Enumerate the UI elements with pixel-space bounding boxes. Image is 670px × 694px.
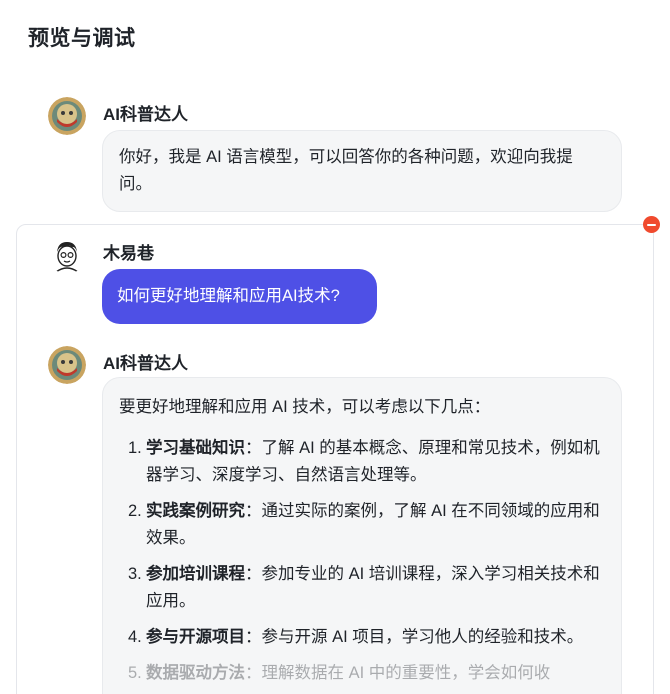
list-item: 1. 学习基础知识：了解 AI 的基本概念、原理和常见技术，例如机器学习、深度学… <box>128 439 600 484</box>
user-avatar-icon <box>48 236 86 274</box>
list-item: 2. 实践案例研究：通过实际的案例，了解 AI 在不同领域的应用和效果。 <box>128 502 600 547</box>
sender-name: AI科普达人 <box>103 105 188 124</box>
page-title: 预览与调试 <box>28 27 136 50</box>
user-message-bubble: 如何更好地理解和应用AI技术? <box>102 269 377 324</box>
answer-intro: 要更好地理解和应用 AI 技术，可以考虑以下几点： <box>119 398 491 416</box>
list-item: 4. 参与开源项目：参与开源 AI 项目，学习他人的经验和技术。 <box>128 628 584 646</box>
list-item: 3. 参加培训课程：参加专业的 AI 培训课程，深入学习相关技术和应用。 <box>128 565 600 610</box>
point-title: 学习基础知识 <box>146 439 245 457</box>
sender-name: 木易巷 <box>103 244 154 263</box>
bot-message-bubble: 要更好地理解和应用 AI 技术，可以考虑以下几点： 1. 学习基础知识：了解 A… <box>102 377 622 694</box>
point-title: 实践案例研究 <box>146 502 245 520</box>
answer-list: 1. 学习基础知识：了解 AI 的基本概念、原理和常见技术，例如机器学习、深度学… <box>119 435 605 687</box>
list-item: 5. 数据驱动方法：理解数据在 AI 中的重要性，学会如何收 <box>128 664 551 682</box>
point-text: ：参与开源 AI 项目，学习他人的经验和技术。 <box>245 628 584 646</box>
bot-avatar-icon <box>48 97 86 135</box>
bot-message-bubble: 你好，我是 AI 语言模型，可以回答你的各种问题，欢迎向我提问。 <box>102 130 622 212</box>
bot-avatar-icon <box>48 346 86 384</box>
message-text: 如何更好地理解和应用AI技术? <box>117 287 340 305</box>
sender-name: AI科普达人 <box>103 354 188 373</box>
point-title: 数据驱动方法 <box>146 664 245 682</box>
point-text: ：理解数据在 AI 中的重要性，学会如何收 <box>245 664 551 682</box>
remove-badge-icon[interactable] <box>643 216 660 233</box>
message-text: 你好，我是 AI 语言模型，可以回答你的各种问题，欢迎向我提问。 <box>119 148 573 193</box>
point-title: 参与开源项目 <box>146 628 245 646</box>
point-title: 参加培训课程 <box>146 565 245 583</box>
